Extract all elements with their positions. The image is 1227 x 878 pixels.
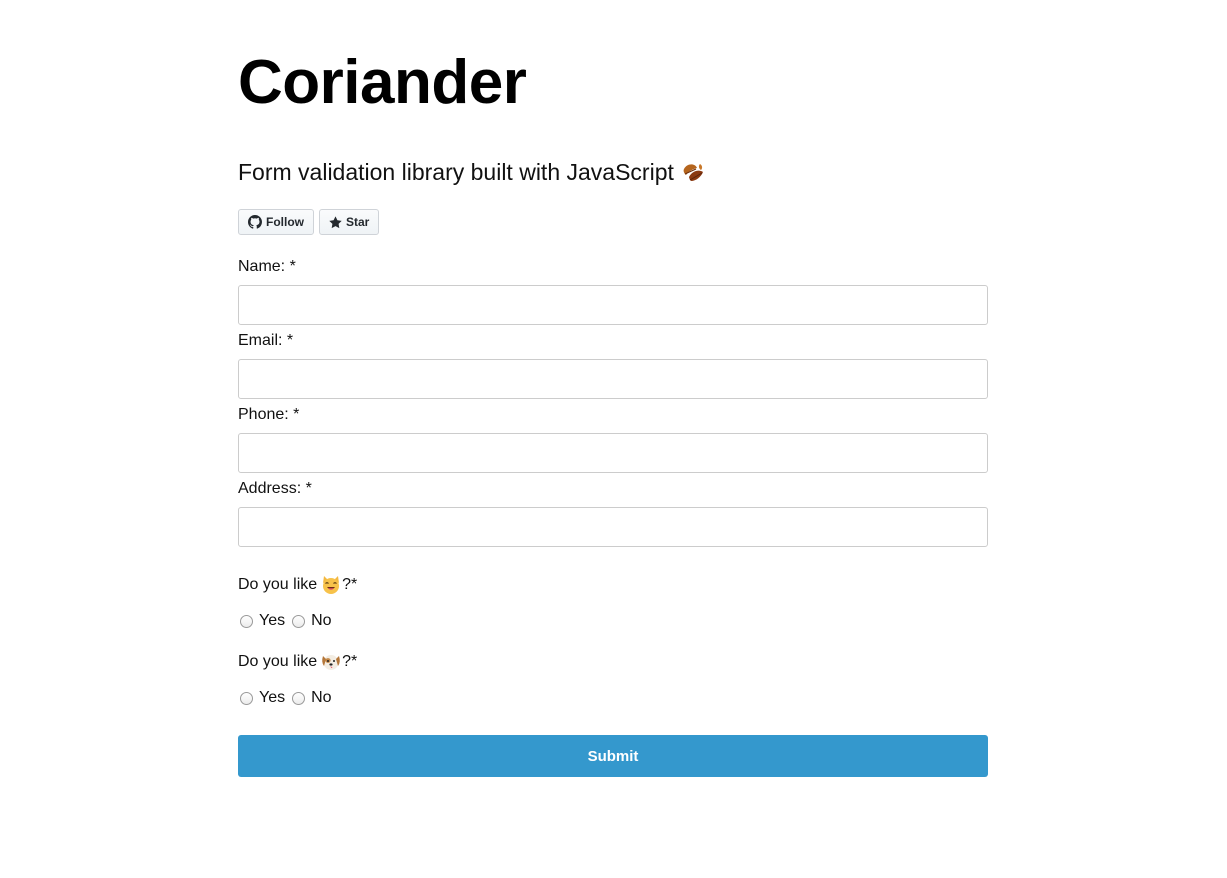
email-label: Email: * — [238, 332, 294, 349]
dog-face-icon — [322, 655, 340, 670]
name-label: Name: * — [238, 258, 296, 275]
cat-radio-group: Yes No — [238, 612, 337, 630]
cat-face-icon — [323, 576, 340, 594]
address-input[interactable] — [238, 507, 988, 547]
dog-yes-option[interactable]: Yes — [238, 689, 285, 707]
dog-no-radio[interactable] — [292, 691, 306, 705]
cat-no-radio[interactable] — [292, 614, 306, 628]
star-icon — [329, 215, 342, 228]
submit-button[interactable]: Submit — [238, 735, 988, 777]
email-input[interactable] — [238, 359, 988, 399]
phone-input[interactable] — [238, 433, 988, 473]
dog-no-option[interactable]: No — [290, 689, 332, 707]
subtitle-text: Form validation library built with JavaS… — [238, 159, 674, 185]
cat-question-suffix: ?* — [342, 576, 358, 593]
cat-yes-option[interactable]: Yes — [238, 612, 285, 630]
phone-label: Phone: * — [238, 406, 300, 423]
cat-yes-radio[interactable] — [240, 614, 253, 628]
dog-question-prefix: Do you like — [238, 653, 318, 670]
dog-question-suffix: ?* — [342, 653, 358, 670]
dog-radio-group: Yes No — [238, 689, 337, 707]
cat-question: Do you like ?* — [238, 574, 357, 596]
page-title: Coriander — [238, 48, 527, 117]
cat-no-option[interactable]: No — [290, 612, 332, 630]
cat-yes-label: Yes — [259, 612, 286, 629]
github-buttons: Follow Star — [238, 209, 380, 235]
address-label: Address: * — [238, 480, 312, 497]
cat-question-prefix: Do you like — [238, 576, 318, 593]
dog-yes-radio[interactable] — [240, 691, 253, 705]
dog-question: Do you like ?* — [238, 651, 357, 673]
fallen-leaf-icon — [683, 164, 703, 181]
github-star-button[interactable]: Star — [319, 209, 380, 235]
dog-yes-label: Yes — [259, 689, 286, 706]
follow-label: Follow — [266, 215, 304, 229]
cat-no-label: No — [311, 612, 332, 629]
name-input[interactable] — [238, 285, 988, 325]
dog-no-label: No — [311, 689, 332, 706]
github-icon — [248, 215, 262, 229]
page-subtitle: Form validation library built with JavaS… — [238, 157, 706, 187]
github-follow-button[interactable]: Follow — [238, 209, 314, 235]
star-label: Star — [346, 215, 370, 229]
